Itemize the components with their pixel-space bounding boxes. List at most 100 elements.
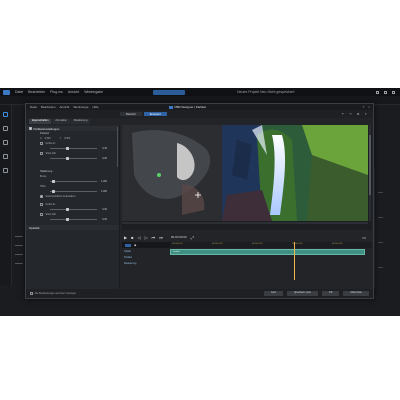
play-icon[interactable]: ▶ (124, 235, 127, 240)
dialog-menu-item[interactable]: Datei (30, 105, 37, 109)
help-icon[interactable]: ? (363, 105, 365, 109)
size2-slider[interactable]: 0,00 (26, 207, 119, 212)
scrollbar-thumb[interactable] (369, 135, 371, 195)
dialog-footer: Alle Bearbeitungen speichern anzeigen Je… (26, 289, 373, 298)
scale-slider[interactable]: 0,00 (26, 156, 119, 161)
dialog-close-icon[interactable]: × (368, 105, 370, 109)
audio-room-icon[interactable] (3, 168, 8, 173)
maximize-icon[interactable] (384, 90, 387, 94)
row-lane[interactable] (170, 255, 372, 260)
dialog-menu-item[interactable]: Hilfe (93, 105, 99, 109)
scale2-slider[interactable]: 0,00 (26, 217, 119, 222)
close-icon[interactable] (392, 90, 395, 94)
cancel-button[interactable]: Abbrechen (343, 291, 369, 296)
ok-button[interactable]: OK (321, 291, 340, 296)
keep-ratio-checkbox[interactable] (40, 195, 43, 198)
advanced-mode-button[interactable]: Erweitert (143, 112, 167, 116)
properties-tabs: Eigenschaften Animation Maskierung (26, 118, 146, 125)
size-fixed-checkbox[interactable] (40, 142, 43, 145)
timeline-playhead[interactable] (294, 242, 295, 280)
save-as-button[interactable]: Speichern unter (287, 291, 318, 296)
app-titlebar: Datei Bearbeiten Plug-ins Ansicht Wieder… (0, 88, 400, 96)
effects-room-icon[interactable] (3, 126, 8, 131)
stop-icon[interactable]: ■ (131, 235, 133, 240)
forward-icon[interactable]: ⏭ (159, 235, 163, 240)
prev-frame-icon[interactable]: ◁ (138, 235, 141, 240)
height-value[interactable]: 1,000 (101, 190, 107, 193)
app-menu-item[interactable]: Wiedergabe (84, 90, 103, 94)
app-menu-item[interactable]: Datei (15, 90, 23, 94)
ruler-tick: 00:00:00:00 (172, 243, 183, 245)
settings-icon[interactable]: ⚙ (357, 112, 360, 116)
designer-logo-icon (168, 105, 173, 109)
app-menu-item[interactable]: Plug-ins (50, 90, 63, 94)
app-menu-item[interactable]: Ansicht (68, 90, 79, 94)
dialog-menu-item[interactable]: Bearbeiten (41, 105, 56, 109)
marker-icon[interactable]: ◆ (134, 243, 136, 247)
timeline-rows: Objekt Partikel Partikel Maskierung (122, 248, 372, 266)
title-room-icon[interactable] (3, 140, 8, 145)
slider-knob[interactable] (66, 207, 69, 211)
scale2-label: Stufe hält (45, 213, 56, 216)
app-menu-item[interactable]: Bearbeiten (28, 90, 45, 94)
rewind-icon[interactable]: ⏮ (152, 235, 156, 240)
dialog-menu-item[interactable]: Ansicht (60, 105, 70, 109)
preview-vertical-scrollbar[interactable] (369, 125, 371, 221)
x-value[interactable]: 0,500 (45, 137, 51, 140)
next-frame-icon[interactable]: ▷ (145, 235, 148, 240)
slider-knob[interactable] (66, 146, 69, 150)
transition-room-icon[interactable] (3, 154, 8, 159)
size-value[interactable]: 0,40 (102, 147, 107, 150)
zoom-icon[interactable]: ⤢ (191, 235, 194, 240)
redo-icon[interactable]: ↷ (349, 112, 352, 116)
height-label: Höhe (40, 185, 46, 188)
size-slider[interactable]: 0,40 (26, 146, 119, 151)
footer-checkbox[interactable] (30, 292, 33, 295)
footer-option: Alle Bearbeitungen speichern anzeigen (30, 292, 76, 295)
slider-knob[interactable] (52, 189, 55, 193)
fullscreen-icon[interactable]: ▭ (362, 235, 366, 240)
undo-icon[interactable]: ↶ (342, 112, 345, 116)
basic-mode-button[interactable]: Basisch (120, 112, 142, 116)
slider-track (50, 219, 97, 220)
width-slider[interactable]: 1,000 (26, 179, 119, 184)
tab-animation[interactable]: Animation (52, 119, 70, 124)
share-icon[interactable]: ⇪ (364, 112, 367, 116)
height-slider[interactable]: 1,000 (26, 189, 119, 194)
preview-image[interactable] (122, 125, 368, 221)
section-opacity[interactable]: Opazität (26, 225, 119, 230)
row-lane[interactable]: Partikel (170, 248, 372, 255)
width-value[interactable]: 1,000 (101, 180, 107, 183)
scale-checkbox[interactable] (40, 152, 43, 155)
scale2-checkbox[interactable] (40, 213, 43, 216)
slider-track (50, 148, 97, 149)
minimize-icon[interactable] (376, 90, 379, 94)
preview-horizontal-scrollbar[interactable] (122, 222, 368, 224)
tab-properties[interactable]: Eigenschaften (29, 119, 52, 124)
share-button[interactable]: Jetzt (264, 291, 284, 296)
footer-buttons: Jetzt Speichern unter OK Abbrechen (264, 291, 369, 296)
track-row-marker (15, 236, 23, 237)
toolbar-icons: ↶ ↷ ⚙ ⇪ (342, 112, 367, 116)
scale2-value[interactable]: 0,00 (102, 218, 107, 221)
row-label: Partikel (124, 255, 132, 259)
dialog-menu-item[interactable]: Werkzeuge (73, 105, 88, 109)
row-lane[interactable] (170, 261, 372, 266)
size2-value[interactable]: 0,00 (102, 208, 107, 211)
slider-knob[interactable] (52, 179, 55, 183)
app-mode-badge[interactable] (153, 89, 186, 95)
tab-masking[interactable]: Maskierung (71, 119, 91, 124)
keep-ratio-row: Seitenverhältnis beibehalten (26, 194, 119, 199)
section-checkbox[interactable] (29, 127, 32, 130)
width-label: Breite (40, 175, 47, 178)
app-left-rail (0, 105, 12, 285)
scale-value[interactable]: 0,00 (102, 157, 107, 160)
keyframe-mode-button[interactable] (125, 243, 131, 247)
media-room-icon[interactable] (3, 112, 8, 117)
slider-knob[interactable] (66, 217, 69, 221)
y-value[interactable]: 0,500 (64, 137, 70, 140)
timecode[interactable]: 00:00:00:00 (171, 235, 187, 239)
slider-track (50, 181, 97, 182)
size2-checkbox[interactable] (40, 203, 43, 206)
slider-knob[interactable] (66, 156, 69, 160)
